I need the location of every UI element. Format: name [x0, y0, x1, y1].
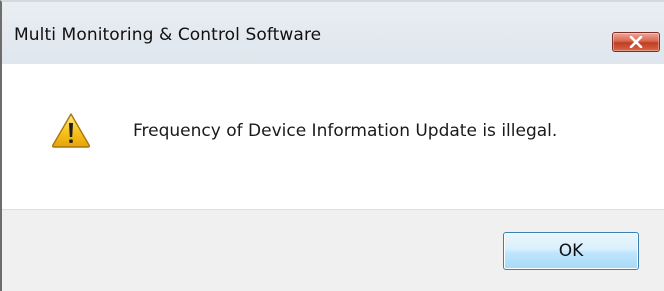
dialog-content: Frequency of Device Information Update i…	[2, 64, 664, 209]
ok-button[interactable]: OK	[503, 232, 639, 270]
title-bar[interactable]: Multi Monitoring & Control Software	[2, 2, 664, 64]
dialog-message: Frequency of Device Information Update i…	[133, 121, 558, 141]
window-title: Multi Monitoring & Control Software	[14, 25, 322, 45]
close-button[interactable]	[612, 32, 660, 52]
message-dialog: Multi Monitoring & Control Software Freq…	[0, 0, 664, 291]
warning-icon	[51, 112, 91, 148]
dialog-footer: OK	[2, 209, 664, 291]
close-icon	[629, 36, 643, 48]
